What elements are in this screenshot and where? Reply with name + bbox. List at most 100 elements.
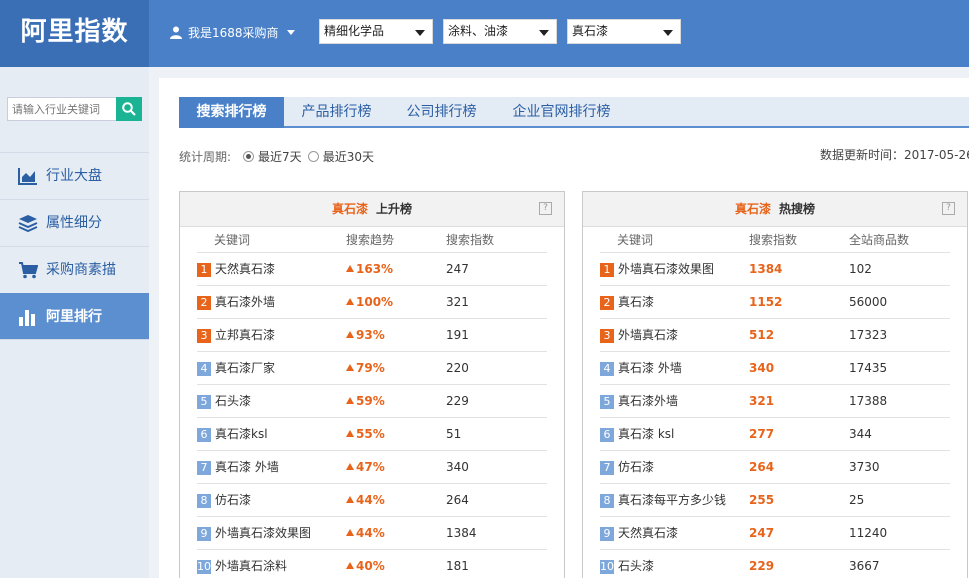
search-input[interactable] [7,97,117,121]
keyword-link[interactable]: 石头漆 [618,550,654,578]
keyword-link[interactable]: 外墙真石涂料 [215,550,287,578]
keyword-link[interactable]: 外墙真石漆 [618,319,678,352]
tab-search-ranking[interactable]: 搜索排行榜 [179,97,284,128]
period-radio-30days[interactable]: 最近30天 [307,148,374,165]
trend-value: 163% [356,262,394,276]
tab-company-ranking[interactable]: 公司排行榜 [389,97,494,128]
sidebar-item-attribute-breakdown[interactable]: 属性细分 [0,199,149,246]
rank-badge: 1 [600,263,614,277]
column-keyword: 关键词 [214,233,251,247]
keyword-link[interactable]: 真石漆外墙 [618,385,678,418]
table-row[interactable]: 1 外墙真石漆效果图 1384 102 [600,253,950,286]
main-content: 搜索排行榜 产品排行榜 公司排行榜 企业官网排行榜 统计周期: 最近7天 最近3… [159,78,969,578]
arrow-up-icon [346,298,354,305]
help-icon[interactable]: ? [942,202,955,215]
arrow-up-icon [346,496,354,503]
radio-unchecked-icon [307,151,319,162]
product-count: 3667 [849,559,880,573]
keyword-link[interactable]: 真石漆ksl [215,418,268,451]
keyword-link[interactable]: 真石漆 外墙 [618,352,682,385]
column-product-count: 全站商品数 [849,233,910,247]
table-row[interactable]: 9 外墙真石漆效果图 44% 1384 [197,517,547,550]
search-index: 51 [446,427,462,441]
radio-checked-icon [243,151,255,162]
column-keyword: 关键词 [617,233,654,247]
rank-badge: 1 [197,263,211,277]
user-role-dropdown[interactable]: 我是1688采购商 [170,24,295,41]
chevron-down-icon [539,30,549,36]
table-row[interactable]: 5 石头漆 59% 229 [197,385,547,418]
table-row[interactable]: 7 真石漆 外墙 47% 340 [197,451,547,484]
rank-badge: 8 [197,494,211,508]
table-row[interactable]: 2 真石漆外墙 100% 321 [197,286,547,319]
search-trend: 100% [346,286,393,319]
table-row[interactable]: 10 石头漆 229 3667 [600,550,950,578]
search-index: 247 [446,262,469,276]
table-row[interactable]: 7 仿石漆 264 3730 [600,451,950,484]
panel-title: 真石漆 上升榜 ? [180,192,564,227]
tab-product-ranking[interactable]: 产品排行榜 [284,97,389,128]
column-header: 关键词 搜索趋势 搜索指数 [197,227,547,253]
keyword-link[interactable]: 真石漆 ksl [618,418,674,451]
search-index: 191 [446,328,469,342]
keyword-link[interactable]: 石头漆 [215,385,251,418]
search-index: 1152 [749,295,783,309]
rising-ranking-panel: 真石漆 上升榜 ? 关键词 搜索趋势 搜索指数 1 天然真石漆 163% 247 2 真石漆… [179,191,565,578]
product-count: 3730 [849,460,880,474]
keyword-link[interactable]: 真石漆每平方多少钱 [618,484,726,517]
keyword-link[interactable]: 真石漆厂家 [215,352,275,385]
sidebar-item-industry-overview[interactable]: 行业大盘 [0,152,149,199]
help-icon[interactable]: ? [539,202,552,215]
column-header: 关键词 搜索指数 全站商品数 [600,227,950,253]
keyword-link[interactable]: 立邦真石漆 [215,319,275,352]
table-row[interactable]: 3 外墙真石漆 512 17323 [600,319,950,352]
top-header: 阿里指数 我是1688采购商 精细化学品 涂料、油漆 真石漆 [0,0,969,67]
period-radio-7days[interactable]: 最近7天 [243,148,302,165]
keyword-link[interactable]: 外墙真石漆效果图 [215,517,311,550]
table-row[interactable]: 4 真石漆 外墙 340 17435 [600,352,950,385]
product-count: 17323 [849,328,888,342]
category-select-3-value: 真石漆 [572,24,609,38]
search-trend: 55% [346,418,385,451]
tab-website-ranking[interactable]: 企业官网排行榜 [494,97,629,128]
table-row[interactable]: 3 立邦真石漆 93% 191 [197,319,547,352]
logo[interactable]: 阿里指数 [0,0,149,67]
arrow-up-icon [346,265,354,272]
trend-value: 93% [356,328,385,342]
table-row[interactable]: 2 真石漆 1152 56000 [600,286,950,319]
user-role-label: 我是1688采购商 [188,26,279,40]
table-row[interactable]: 4 真石漆厂家 79% 220 [197,352,547,385]
keyword-link[interactable]: 天然真石漆 [215,253,275,286]
category-select-2[interactable]: 涂料、油漆 [443,19,557,44]
table-row[interactable]: 6 真石漆ksl 55% 51 [197,418,547,451]
table-row[interactable]: 9 天然真石漆 247 11240 [600,517,950,550]
search-index: 512 [749,328,775,342]
arrow-up-icon [346,529,354,536]
search-trend: 79% [346,352,385,385]
table-row[interactable]: 10 外墙真石涂料 40% 181 [197,550,547,578]
sidebar: 行业大盘 属性细分 采购商素描 阿里排行 [0,67,149,578]
keyword-link[interactable]: 仿石漆 [618,451,654,484]
table-row[interactable]: 8 真石漆每平方多少钱 255 25 [600,484,950,517]
search-trend: 40% [346,550,385,578]
keyword-link[interactable]: 外墙真石漆效果图 [618,253,714,286]
table-row[interactable]: 6 真石漆 ksl 277 344 [600,418,950,451]
table-row[interactable]: 1 天然真石漆 163% 247 [197,253,547,286]
category-select-2-value: 涂料、油漆 [448,24,509,38]
sidebar-item-ali-ranking[interactable]: 阿里排行 [0,293,149,340]
keyword-link[interactable]: 真石漆 [618,286,654,319]
keyword-link[interactable]: 仿石漆 [215,484,251,517]
category-select-1[interactable]: 精细化学品 [319,19,433,44]
column-index: 搜索指数 [446,233,495,247]
arrow-up-icon [346,397,354,404]
table-row[interactable]: 5 真石漆外墙 321 17388 [600,385,950,418]
sidebar-item-buyer-profile[interactable]: 采购商素描 [0,246,149,293]
search-button[interactable] [116,97,142,121]
category-select-3[interactable]: 真石漆 [567,19,681,44]
keyword-link[interactable]: 天然真石漆 [618,517,678,550]
arrow-up-icon [346,430,354,437]
sidebar-item-label: 属性细分 [46,215,102,231]
keyword-link[interactable]: 真石漆 外墙 [215,451,279,484]
keyword-link[interactable]: 真石漆外墙 [215,286,275,319]
table-row[interactable]: 8 仿石漆 44% 264 [197,484,547,517]
